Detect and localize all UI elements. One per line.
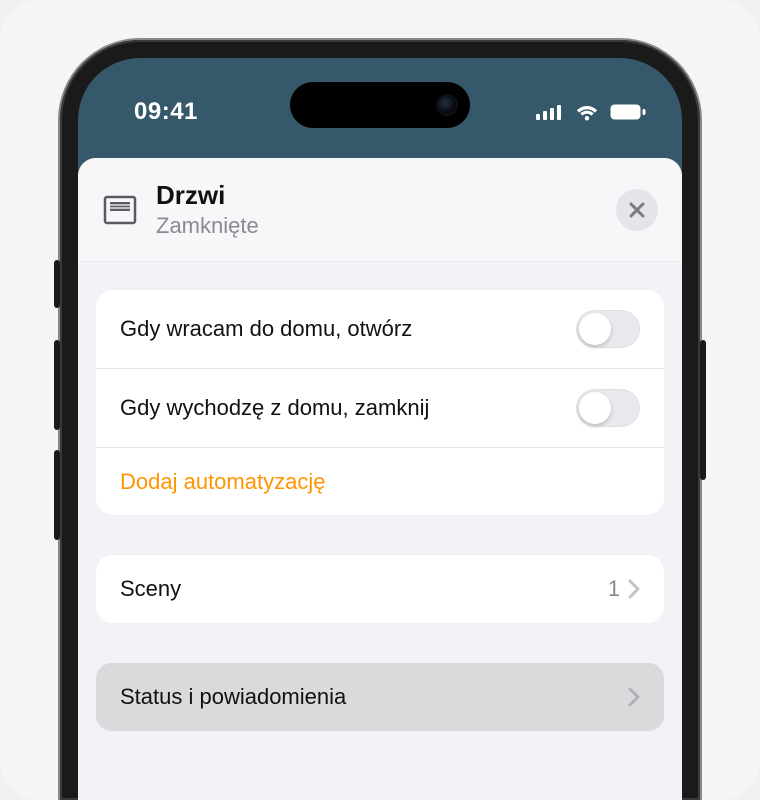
add-automation-button[interactable]: Dodaj automatyzację [96, 447, 664, 515]
close-button[interactable] [616, 189, 658, 231]
automation-row-leave-close: Gdy wychodzę z domu, zamknij [96, 368, 664, 447]
camera-icon [438, 96, 456, 114]
toggle-knob [579, 392, 611, 424]
phone-mute-switch [54, 260, 60, 308]
phone-volume-down [54, 450, 60, 540]
automation-row-arrive-open: Gdy wracam do domu, otwórz [96, 290, 664, 368]
automations-card: Gdy wracam do domu, otwórz Gdy wychodzę … [96, 290, 664, 515]
cellular-icon [536, 104, 564, 120]
wifi-icon [574, 103, 600, 121]
status-notifications-row[interactable]: Status i powiadomienia [96, 663, 664, 731]
status-time: 09:41 [114, 98, 198, 126]
sheet-header: Drzwi Zamknięte [78, 158, 682, 262]
status-notifications-card: Status i powiadomienia [96, 663, 664, 731]
phone-side-button [700, 340, 706, 480]
scenes-card: Sceny 1 [96, 555, 664, 623]
sheet-body: Gdy wracam do domu, otwórz Gdy wychodzę … [78, 262, 682, 731]
device-title: Drzwi [156, 180, 598, 211]
scenes-label: Sceny [120, 576, 608, 602]
toggle-arrive-open[interactable] [576, 310, 640, 348]
status-notifications-trail [628, 687, 640, 707]
phone-frame: 09:41 [60, 40, 700, 800]
automation-label: Gdy wychodzę z domu, zamknij [120, 395, 576, 421]
status-notifications-label: Status i powiadomienia [120, 684, 628, 710]
toggle-leave-close[interactable] [576, 389, 640, 427]
close-icon [628, 201, 646, 219]
automation-label: Gdy wracam do domu, otwórz [120, 316, 576, 342]
screen: 09:41 [78, 58, 682, 800]
canvas: 09:41 [0, 0, 760, 800]
sheet-titles: Drzwi Zamknięte [156, 180, 598, 239]
add-automation-label: Dodaj automatyzację [120, 469, 640, 495]
status-right-icons [536, 103, 646, 121]
scenes-count: 1 [608, 576, 620, 602]
chevron-right-icon [628, 579, 640, 599]
toggle-knob [579, 313, 611, 345]
device-subtitle: Zamknięte [156, 213, 598, 239]
battery-icon [610, 104, 646, 120]
scenes-row[interactable]: Sceny 1 [96, 555, 664, 623]
scenes-trail: 1 [608, 576, 640, 602]
chevron-right-icon [628, 687, 640, 707]
garage-door-icon [102, 192, 138, 228]
dynamic-island [290, 82, 470, 128]
accessory-sheet: Drzwi Zamknięte Gdy wracam do domu, otwó… [78, 158, 682, 800]
phone-volume-up [54, 340, 60, 430]
